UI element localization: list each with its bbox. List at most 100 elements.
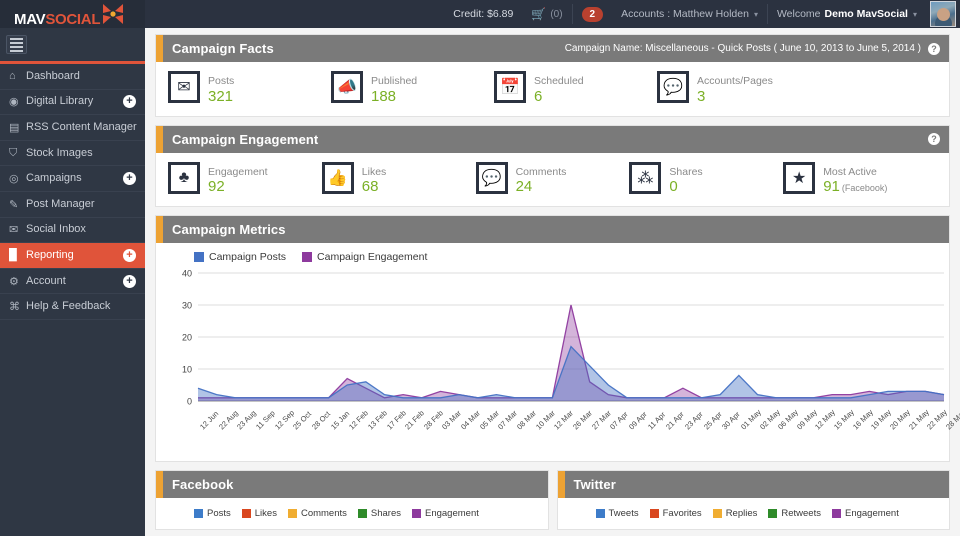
legend-swatch bbox=[712, 509, 722, 519]
question-mark-icon[interactable]: ? bbox=[928, 42, 940, 55]
sidebar-item-label: Reporting bbox=[26, 248, 74, 261]
sidebar-item-digital-library[interactable]: ◉ Digital Library + bbox=[0, 90, 145, 116]
legend-item[interactable]: Campaign Posts bbox=[194, 251, 286, 263]
top-bar-right: Credit: $6.89 🛒 (0) 2 Accounts : Matthew… bbox=[145, 0, 960, 28]
legend-swatch bbox=[302, 252, 313, 263]
avatar[interactable] bbox=[930, 1, 956, 27]
sidebar-item-label: Stock Images bbox=[26, 146, 93, 159]
facebook-title: Facebook bbox=[172, 477, 234, 493]
sidebar-item-label: RSS Content Manager bbox=[26, 120, 137, 133]
envelope-icon: ✉ bbox=[9, 224, 19, 237]
welcome-label: Welcome bbox=[776, 8, 821, 20]
legend-swatch bbox=[831, 509, 841, 519]
facebook-panel: Facebook Posts Likes Comments Shares Engagem… bbox=[155, 470, 549, 531]
notification-button[interactable]: 2 bbox=[573, 0, 613, 28]
svg-text:10: 10 bbox=[182, 365, 192, 375]
campaign-engagement-title: Campaign Engagement bbox=[172, 131, 319, 147]
chart-legend: Campaign Posts Campaign Engagement bbox=[168, 251, 937, 263]
expand-plus-icon[interactable]: + bbox=[123, 172, 136, 186]
twitter-panel: Twitter Tweets Favorites Replies Retweets En… bbox=[556, 470, 950, 531]
stat-label: Scheduled bbox=[534, 75, 584, 87]
sidebar-item-label: Account bbox=[26, 274, 66, 287]
legend-item[interactable]: Favorites bbox=[649, 508, 702, 520]
brand-mav: MAV bbox=[14, 10, 46, 28]
sidebar-item-post-manager[interactable]: ✎ Post Manager bbox=[0, 192, 145, 218]
metrics-chart[interactable]: 0 10 20 30 40 bbox=[168, 265, 948, 415]
stat-accounts-pages: 💬 Accounts/Pages 3 bbox=[657, 71, 820, 106]
legend-label: Campaign Engagement bbox=[317, 251, 428, 264]
cart-button[interactable]: 🛒 (0) bbox=[522, 0, 571, 28]
legend-label: Favorites bbox=[662, 508, 702, 520]
user-menu[interactable]: Welcome Demo MavSocial ▾ bbox=[768, 0, 926, 28]
stat-value: 3 bbox=[697, 87, 706, 105]
legend-label: Engagement bbox=[844, 508, 899, 520]
legend-item[interactable]: Comments bbox=[287, 508, 347, 520]
svg-text:40: 40 bbox=[182, 269, 192, 279]
stat-label: Accounts/Pages bbox=[697, 75, 773, 87]
user-name: Demo MavSocial bbox=[824, 8, 908, 20]
legend-label: Likes bbox=[254, 508, 277, 520]
legend-item[interactable]: Shares bbox=[357, 508, 401, 520]
sidebar-toggle-wrap bbox=[0, 28, 145, 64]
sidebar-item-reporting[interactable]: █ Reporting + bbox=[0, 243, 145, 269]
accounts-dropdown[interactable]: Accounts : Matthew Holden ▾ bbox=[612, 0, 767, 28]
mail-send-icon: ✉ bbox=[168, 71, 200, 103]
expand-plus-icon[interactable]: + bbox=[123, 248, 136, 262]
sidebar-item-label: Campaigns bbox=[26, 172, 82, 185]
stat-label: Engagement bbox=[208, 165, 268, 178]
legend-item[interactable]: Campaign Engagement bbox=[302, 251, 427, 263]
sidebar-item-dashboard[interactable]: ⌂ Dashboard bbox=[0, 64, 145, 90]
legend-item[interactable]: Engagement bbox=[412, 508, 479, 519]
gear-icon: ⚙ bbox=[9, 275, 19, 288]
legend-label: Replies bbox=[725, 508, 758, 520]
sidebar-item-stock-images[interactable]: ⛉ Stock Images bbox=[0, 141, 145, 167]
accounts-label: Accounts : Matthew Holden bbox=[621, 8, 749, 20]
stat-published: 📣 Published 188 bbox=[331, 71, 494, 106]
credit-label: Credit: $6.89 bbox=[453, 8, 514, 20]
bottom-panels-row: Facebook Posts Likes Comments Shares Engagem… bbox=[155, 470, 950, 531]
cart-icon: ⛉ bbox=[9, 146, 18, 159]
disc-icon: ◉ bbox=[9, 96, 19, 109]
legend-item[interactable]: Tweets bbox=[595, 508, 639, 520]
speech-list-icon: 💬 bbox=[657, 71, 689, 103]
campaign-facts-header-right: Campaign Name: Miscellaneous - Quick Pos… bbox=[565, 42, 949, 55]
expand-plus-icon[interactable]: + bbox=[123, 274, 136, 288]
legend-item[interactable]: Posts bbox=[194, 508, 231, 519]
campaign-facts-title: Campaign Facts bbox=[172, 41, 274, 56]
pencil-square-icon: ✎ bbox=[9, 198, 19, 211]
stat-value: 6 bbox=[534, 87, 543, 105]
legend-item[interactable]: Retweets bbox=[768, 508, 821, 519]
campaign-facts-stats: ✉ Posts 321 📣 Published 188 📅 Scheduled 6 💬 Accoun… bbox=[156, 62, 949, 116]
question-mark-icon[interactable]: ? bbox=[928, 133, 940, 146]
chart-area: 0 10 20 30 40 bbox=[168, 265, 945, 425]
stat-value: 91 bbox=[823, 178, 840, 196]
svg-text:20: 20 bbox=[182, 333, 192, 343]
mav-burst-icon bbox=[101, 3, 125, 28]
home-icon: ⌂ bbox=[9, 70, 16, 83]
sidebar-item-help-feedback[interactable]: ⌘ Help & Feedback bbox=[0, 294, 145, 320]
stat-value: 321 bbox=[208, 87, 234, 105]
sidebar-item-campaigns[interactable]: ◎ Campaigns + bbox=[0, 166, 145, 192]
sidebar-item-account[interactable]: ⚙ Account + bbox=[0, 269, 145, 295]
stat-value: 24 bbox=[515, 178, 533, 196]
legend-label: Comments bbox=[300, 508, 347, 520]
campaign-facts-header: Campaign Facts Campaign Name: Miscellane… bbox=[156, 35, 949, 62]
stat-value: 188 bbox=[371, 87, 397, 105]
hamburger-icon[interactable] bbox=[6, 35, 27, 54]
legend-swatch bbox=[649, 509, 659, 519]
stat-value: 68 bbox=[361, 178, 379, 196]
legend-item[interactable]: Likes bbox=[241, 508, 277, 520]
legend-label: Shares bbox=[370, 508, 401, 520]
expand-plus-icon[interactable]: + bbox=[123, 95, 136, 109]
app-root: MAVSOCIAL Credit: $6.89 🛒 (0) 2 Accounts… bbox=[0, 0, 960, 536]
legend-item[interactable]: Engagement bbox=[831, 508, 899, 520]
stat-label: Comments bbox=[515, 165, 567, 178]
sidebar-item-rss-content-manager[interactable]: ▤ RSS Content Manager bbox=[0, 115, 145, 141]
sidebar-item-social-inbox[interactable]: ✉ Social Inbox bbox=[0, 218, 145, 244]
legend-label: Engagement bbox=[425, 508, 479, 520]
legend-label: Tweets bbox=[608, 508, 639, 520]
share-icon: ⁂ bbox=[629, 161, 662, 194]
brand-logo[interactable]: MAVSOCIAL bbox=[0, 0, 145, 28]
legend-item[interactable]: Replies bbox=[712, 508, 758, 520]
campaign-metrics-body: Campaign Posts Campaign Engagement 0 10 20 3… bbox=[156, 243, 960, 461]
